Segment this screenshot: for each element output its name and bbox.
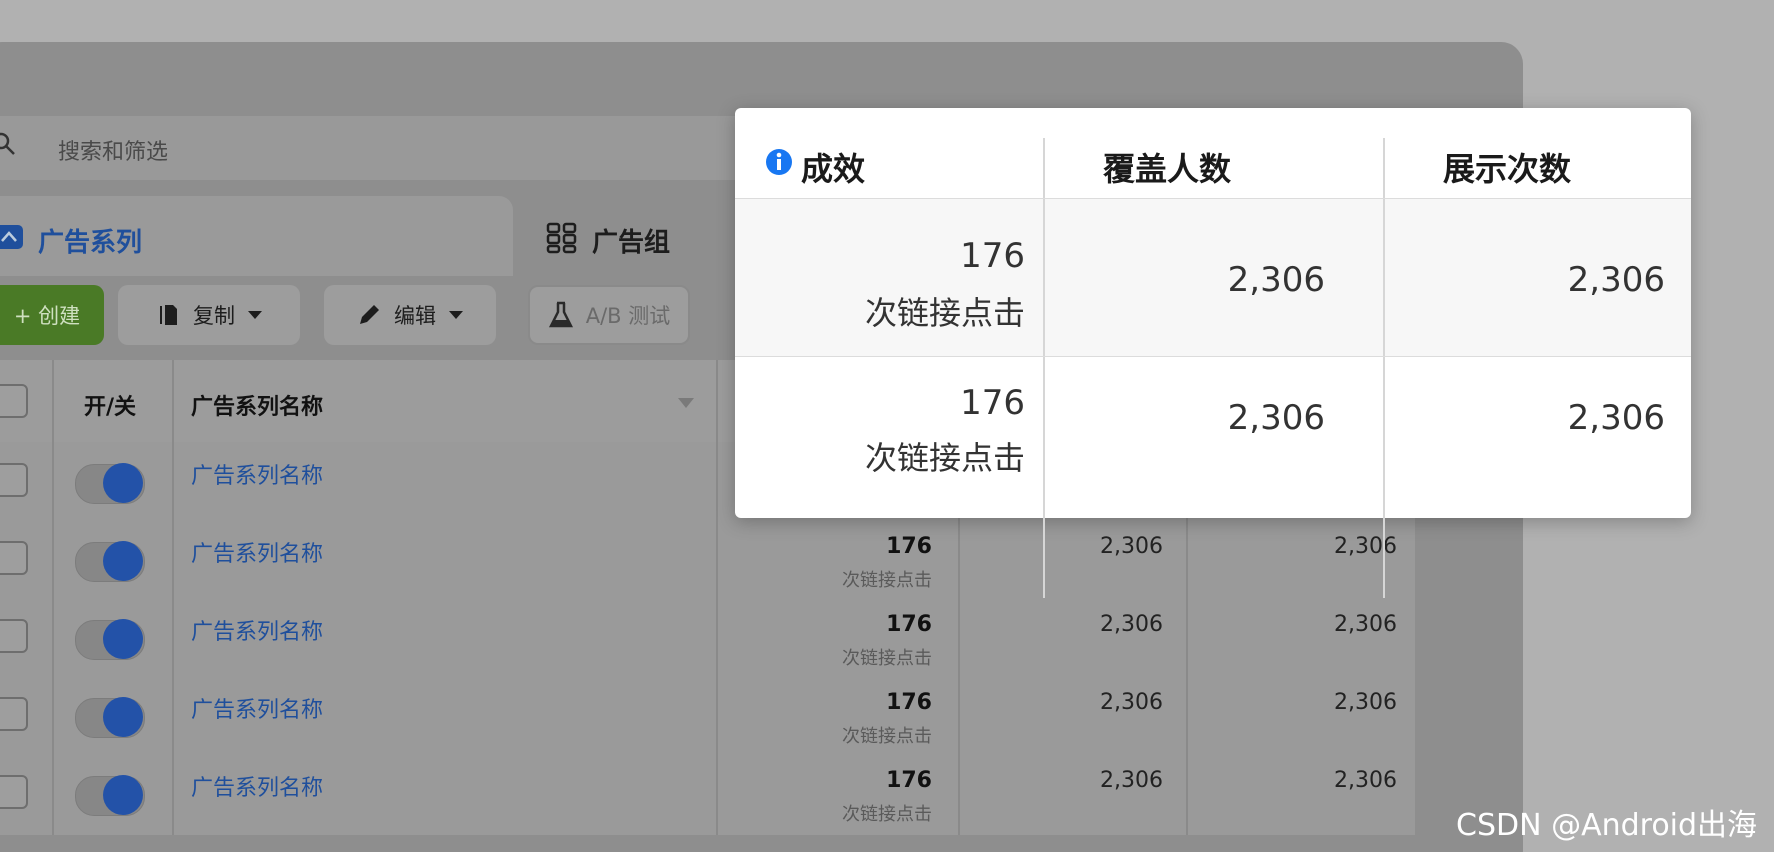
row-checkbox[interactable]: [0, 541, 28, 575]
row-divider: [735, 356, 1691, 357]
reach-value: 2,306: [1100, 768, 1163, 793]
chevron-down-icon: [248, 311, 262, 319]
campaign-name-link[interactable]: 广告系列名称: [191, 536, 323, 568]
table-row: 广告系列名称 176 次链接点击 2,306 2,306: [0, 600, 1415, 678]
impressions-column-header: 展示次数: [1443, 150, 1572, 188]
select-all-checkbox[interactable]: [0, 384, 28, 418]
toggle-knob: [103, 775, 143, 815]
results-value: 176: [960, 383, 1025, 423]
ab-test-button[interactable]: A/B 测试: [528, 285, 690, 345]
impressions-value: 2,306: [1567, 398, 1665, 438]
toggle-knob: [103, 697, 143, 737]
results-unit: 次链接点击: [842, 804, 932, 825]
tab-ad-sets[interactable]: 广告组: [592, 222, 670, 259]
row-checkbox[interactable]: [0, 463, 28, 497]
results-value: 176: [886, 612, 932, 637]
reach-value: 2,306: [1227, 260, 1325, 300]
copy-button[interactable]: 复制: [118, 285, 300, 345]
watermark-text: CSDN @Android出海: [1456, 808, 1758, 843]
results-unit: 次链接点击: [842, 726, 932, 747]
table-row: 广告系列名称 176 次链接点击 2,306 2,306: [0, 678, 1415, 756]
results-column-header: 成效: [801, 150, 866, 188]
toggle-knob: [103, 619, 143, 659]
sort-icon[interactable]: [677, 397, 695, 409]
reach-value: 2,306: [1227, 398, 1325, 438]
tab-campaigns-label: 广告系列: [38, 228, 143, 258]
chevron-down-icon: [449, 311, 463, 319]
search-icon[interactable]: [0, 132, 16, 156]
results-value: 176: [886, 690, 932, 715]
results-unit: 次链接点击: [842, 570, 932, 591]
results-unit: 次链接点击: [864, 439, 1025, 477]
impressions-value: 2,306: [1334, 612, 1397, 637]
reach-value: 2,306: [1100, 612, 1163, 637]
campaign-name-link[interactable]: 广告系列名称: [191, 614, 323, 646]
table-row: 广告系列名称 176 次链接点击 2,306 2,306: [0, 522, 1415, 600]
ad-set-grid-icon: [546, 222, 577, 254]
impressions-value: 2,306: [1567, 260, 1665, 300]
results-unit: 次链接点击: [864, 294, 1025, 332]
column-divider: [1383, 199, 1385, 356]
column-divider: [1043, 199, 1045, 356]
campaign-name-link[interactable]: 广告系列名称: [191, 458, 323, 490]
reach-value: 2,306: [1100, 534, 1163, 559]
reach-column-header: 覆盖人数: [1103, 150, 1232, 188]
toggle-knob: [103, 463, 143, 503]
create-button[interactable]: + 创建: [0, 285, 104, 345]
campaign-name-link[interactable]: 广告系列名称: [191, 770, 323, 802]
name-column-header[interactable]: 广告系列名称: [191, 389, 323, 421]
campaign-name-link[interactable]: 广告系列名称: [191, 692, 323, 724]
pencil-icon: [360, 305, 379, 324]
flask-icon: [548, 301, 573, 328]
row-checkbox[interactable]: [0, 697, 28, 731]
edit-button-label: 编辑: [394, 304, 436, 328]
toggle-knob: [103, 541, 143, 581]
table-row: 广告系列名称 176 次链接点击 2,306 2,306: [0, 756, 1415, 834]
results-value: 176: [886, 534, 932, 559]
results-unit: 次链接点击: [842, 648, 932, 669]
info-icon[interactable]: [765, 148, 793, 176]
results-value: 176: [886, 768, 932, 793]
row-checkbox[interactable]: [0, 775, 28, 809]
campaign-icon: [0, 225, 23, 249]
zoomed-metrics-card: 成效 覆盖人数 展示次数 176 次链接点击 2,306 2,306 176 次…: [735, 108, 1691, 598]
edit-button[interactable]: 编辑: [324, 285, 496, 345]
ab-test-button-label: A/B 测试: [585, 304, 671, 328]
toggle-column-header: 开/关: [84, 395, 137, 420]
screenshot-canvas: 搜索和筛选 广告系列 广告组 + 创建 复制 编辑 A/B 测试 开/关 广告系…: [0, 0, 1774, 852]
impressions-value: 2,306: [1334, 768, 1397, 793]
row-checkbox[interactable]: [0, 619, 28, 653]
impressions-value: 2,306: [1334, 534, 1397, 559]
create-button-label: + 创建: [13, 304, 81, 328]
search-input[interactable]: 搜索和筛选: [58, 134, 168, 166]
copy-button-label: 复制: [193, 304, 235, 328]
copy-icon: [160, 305, 177, 325]
impressions-value: 2,306: [1334, 690, 1397, 715]
reach-value: 2,306: [1100, 690, 1163, 715]
results-value: 176: [960, 236, 1025, 276]
